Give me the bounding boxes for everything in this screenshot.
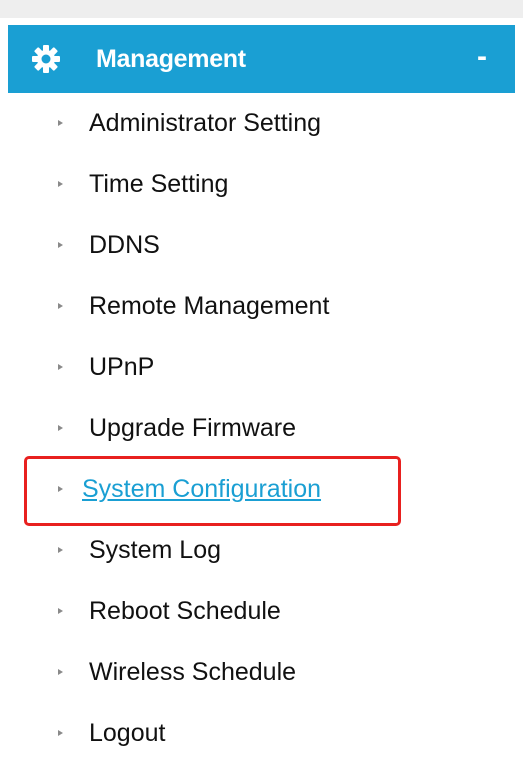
menu-item-label[interactable]: System Log — [89, 520, 221, 581]
gear-icon — [32, 45, 60, 73]
bullet-arrow-icon — [58, 364, 63, 370]
menu-item-label[interactable]: DDNS — [89, 215, 160, 276]
bullet-arrow-icon — [58, 547, 63, 553]
bullet-arrow-icon — [58, 669, 63, 675]
menu-item-wireless-schedule[interactable]: Wireless Schedule — [0, 642, 523, 703]
bullet-arrow-icon — [58, 486, 63, 492]
bullet-arrow-icon — [58, 242, 63, 248]
management-submenu: Administrator Setting Time Setting DDNS … — [0, 93, 523, 764]
menu-item-label[interactable]: Time Setting — [89, 154, 228, 215]
header-title: Management — [96, 45, 246, 73]
menu-item-ddns[interactable]: DDNS — [0, 215, 523, 276]
menu-item-label[interactable]: Reboot Schedule — [89, 581, 281, 642]
menu-item-label[interactable]: Administrator Setting — [89, 93, 321, 154]
bullet-arrow-icon — [58, 730, 63, 736]
menu-item-logout[interactable]: Logout — [0, 703, 523, 764]
bullet-arrow-icon — [58, 120, 63, 126]
top-strip — [0, 0, 523, 18]
bullet-arrow-icon — [58, 425, 63, 431]
menu-item-system-configuration[interactable]: System Configuration — [0, 459, 523, 520]
menu-item-reboot-schedule[interactable]: Reboot Schedule — [0, 581, 523, 642]
menu-item-time-setting[interactable]: Time Setting — [0, 154, 523, 215]
menu-item-upnp[interactable]: UPnP — [0, 337, 523, 398]
menu-item-system-log[interactable]: System Log — [0, 520, 523, 581]
menu-item-label[interactable]: Remote Management — [89, 276, 329, 337]
menu-item-remote-management[interactable]: Remote Management — [0, 276, 523, 337]
menu-item-label[interactable]: Wireless Schedule — [89, 642, 296, 703]
bullet-arrow-icon — [58, 608, 63, 614]
menu-item-label[interactable]: Logout — [89, 703, 165, 764]
management-header[interactable]: Management - — [8, 25, 515, 93]
menu-item-administrator-setting[interactable]: Administrator Setting — [0, 93, 523, 154]
bullet-arrow-icon — [58, 181, 63, 187]
menu-item-label[interactable]: UPnP — [89, 337, 154, 398]
bullet-arrow-icon — [58, 303, 63, 309]
menu-item-label[interactable]: Upgrade Firmware — [89, 398, 296, 459]
menu-item-label[interactable]: System Configuration — [82, 459, 321, 520]
menu-item-upgrade-firmware[interactable]: Upgrade Firmware — [0, 398, 523, 459]
collapse-button[interactable]: - — [477, 25, 487, 93]
